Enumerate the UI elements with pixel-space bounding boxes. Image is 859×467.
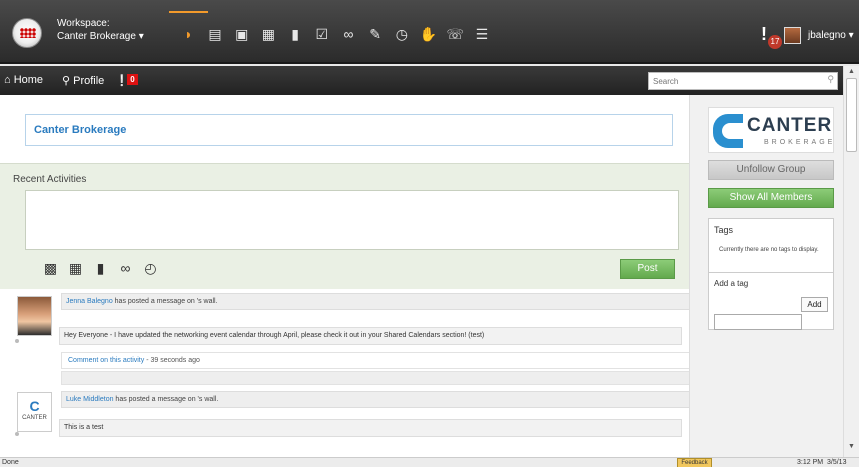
tag-input[interactable]	[714, 314, 802, 330]
alerts-button[interactable]: ! 17	[759, 24, 783, 49]
post-separator	[61, 371, 690, 385]
schedule-icon[interactable]: ◴	[138, 259, 163, 277]
add-tag-label: Add a tag	[714, 279, 749, 288]
search-input[interactable]	[649, 73, 819, 89]
author-link[interactable]: Jenna Balegno	[66, 298, 113, 305]
logo-dots	[20, 28, 36, 38]
post-comment-row: Comment on this activity - 39 seconds ag…	[61, 352, 690, 369]
checkbox-icon[interactable]: ☑	[308, 14, 335, 54]
avatar-text: CANTER	[22, 415, 47, 421]
group-logo: CANTER BROKERAGE	[708, 107, 834, 153]
document-icon[interactable]: ▮	[282, 14, 309, 54]
page-scrollbar[interactable]: ▲ ▼	[843, 66, 859, 457]
user-avatar[interactable]	[784, 27, 801, 44]
scroll-down-arrow-icon[interactable]: ▼	[848, 443, 855, 450]
calendar-icon[interactable]: ▦	[255, 14, 282, 54]
recent-activities-panel: Recent Activities ▩ ▦ ▮ ∞ ◴ Post	[0, 163, 689, 289]
brand-c-icon	[713, 114, 743, 148]
contact-card-icon[interactable]: ▣	[228, 14, 255, 54]
chat-icon[interactable]: ☏	[442, 14, 469, 54]
post-button[interactable]: Post	[620, 259, 675, 279]
group-title[interactable]: Canter Brokerage	[34, 124, 126, 136]
feedback-button[interactable]: Feedback	[677, 458, 712, 467]
notification-badge: 0	[127, 74, 138, 85]
scrollbar-thumb[interactable]	[846, 78, 857, 152]
user-menu[interactable]: jbalegno ▾	[808, 30, 854, 41]
nav-icon-bar: ◗ ▤ ▣ ▦ ▮ ☑ ∞ ✎ ◷ ✋ ☏ ☰	[169, 11, 496, 54]
home-link[interactable]: ⌂ Home	[4, 74, 43, 86]
divider	[709, 272, 833, 273]
add-tag-button[interactable]: Add	[801, 297, 828, 312]
post-header: Luke Middleton has posted a message on '…	[61, 391, 690, 408]
clock-date: 3/5/13	[827, 459, 847, 466]
tags-empty-message: Currently there are no tags to display.	[719, 247, 819, 253]
post-dot	[15, 339, 19, 343]
profile-link[interactable]: ⚲ Profile	[62, 74, 104, 87]
scroll-up-arrow-icon[interactable]: ▲	[848, 68, 855, 75]
post-message: This is a test	[59, 419, 682, 437]
handshake-icon[interactable]: ✋	[415, 14, 442, 54]
activity-feed: Jenna Balegno has posted a message on 's…	[0, 291, 690, 457]
status-bar: Done Feedback 3:12 PM 3/5/13	[0, 457, 859, 467]
recent-activities-title: Recent Activities	[13, 174, 87, 185]
author-avatar[interactable]: C CANTER	[17, 392, 52, 432]
calendar-clock-icon[interactable]: ▦	[63, 259, 88, 277]
search-icon[interactable]: ⚲	[827, 74, 834, 85]
workspace-selector[interactable]: Canter Brokerage ▾	[57, 31, 144, 43]
status-text: Done	[2, 459, 19, 466]
tags-title: Tags	[714, 225, 734, 235]
rss-icon[interactable]: ◗	[169, 11, 208, 54]
main-content: Canter Brokerage Recent Activities ▩ ▦ ▮ ∞ ◴…	[0, 95, 843, 457]
brand-subtitle: BROKERAGE	[764, 139, 836, 146]
unfollow-group-button[interactable]: Unfollow Group	[708, 160, 834, 180]
post-toolbar: ▩ ▦ ▮ ∞ ◴	[38, 259, 163, 277]
contact-book-icon[interactable]: ▩	[38, 259, 63, 277]
author-avatar[interactable]	[17, 296, 52, 336]
author-link[interactable]: Luke Middleton	[66, 396, 113, 403]
clock-icon[interactable]: ◷	[389, 14, 416, 54]
app-logo[interactable]	[12, 18, 42, 48]
document-icon[interactable]: ▮	[88, 259, 113, 277]
edit-icon[interactable]: ✎	[362, 14, 389, 54]
show-all-members-button[interactable]: Show All Members	[708, 188, 834, 208]
alert-count-badge: 17	[768, 35, 782, 49]
group-sidebar: CANTER BROKERAGE Unfollow Group Show All…	[689, 95, 843, 457]
tags-panel: Tags Currently there are no tags to disp…	[708, 218, 834, 330]
link-icon[interactable]: ∞	[113, 259, 138, 277]
calculator-icon[interactable]: ▤	[202, 14, 229, 54]
post-header: Jenna Balegno has posted a message on 's…	[61, 293, 690, 310]
post-dot	[15, 432, 19, 436]
post-message: Hey Everyone - I have updated the networ…	[59, 327, 682, 345]
post-time: - 39 seconds ago	[144, 357, 200, 364]
avatar-mark: C	[29, 398, 40, 414]
search-box: ⚲	[648, 72, 838, 90]
workspace-label: Workspace:	[57, 18, 110, 29]
alert-icon: !	[761, 24, 767, 44]
clock-time: 3:12 PM	[797, 459, 824, 466]
brand-name: CANTER	[747, 115, 833, 136]
database-icon[interactable]: ☰	[469, 14, 496, 54]
post-action-text: has posted a message on 's wall.	[112, 298, 218, 305]
post-action-text: has posted a message on 's wall.	[113, 396, 219, 403]
comment-link[interactable]: Comment on this activity	[68, 357, 144, 364]
top-bar: Workspace: Canter Brokerage ▾ ◗ ▤ ▣ ▦ ▮ ☑ ∞ ✎ ◷ ✋…	[0, 0, 859, 64]
activity-input[interactable]	[25, 190, 679, 250]
group-header: Canter Brokerage	[25, 114, 673, 146]
link-icon[interactable]: ∞	[335, 14, 362, 54]
